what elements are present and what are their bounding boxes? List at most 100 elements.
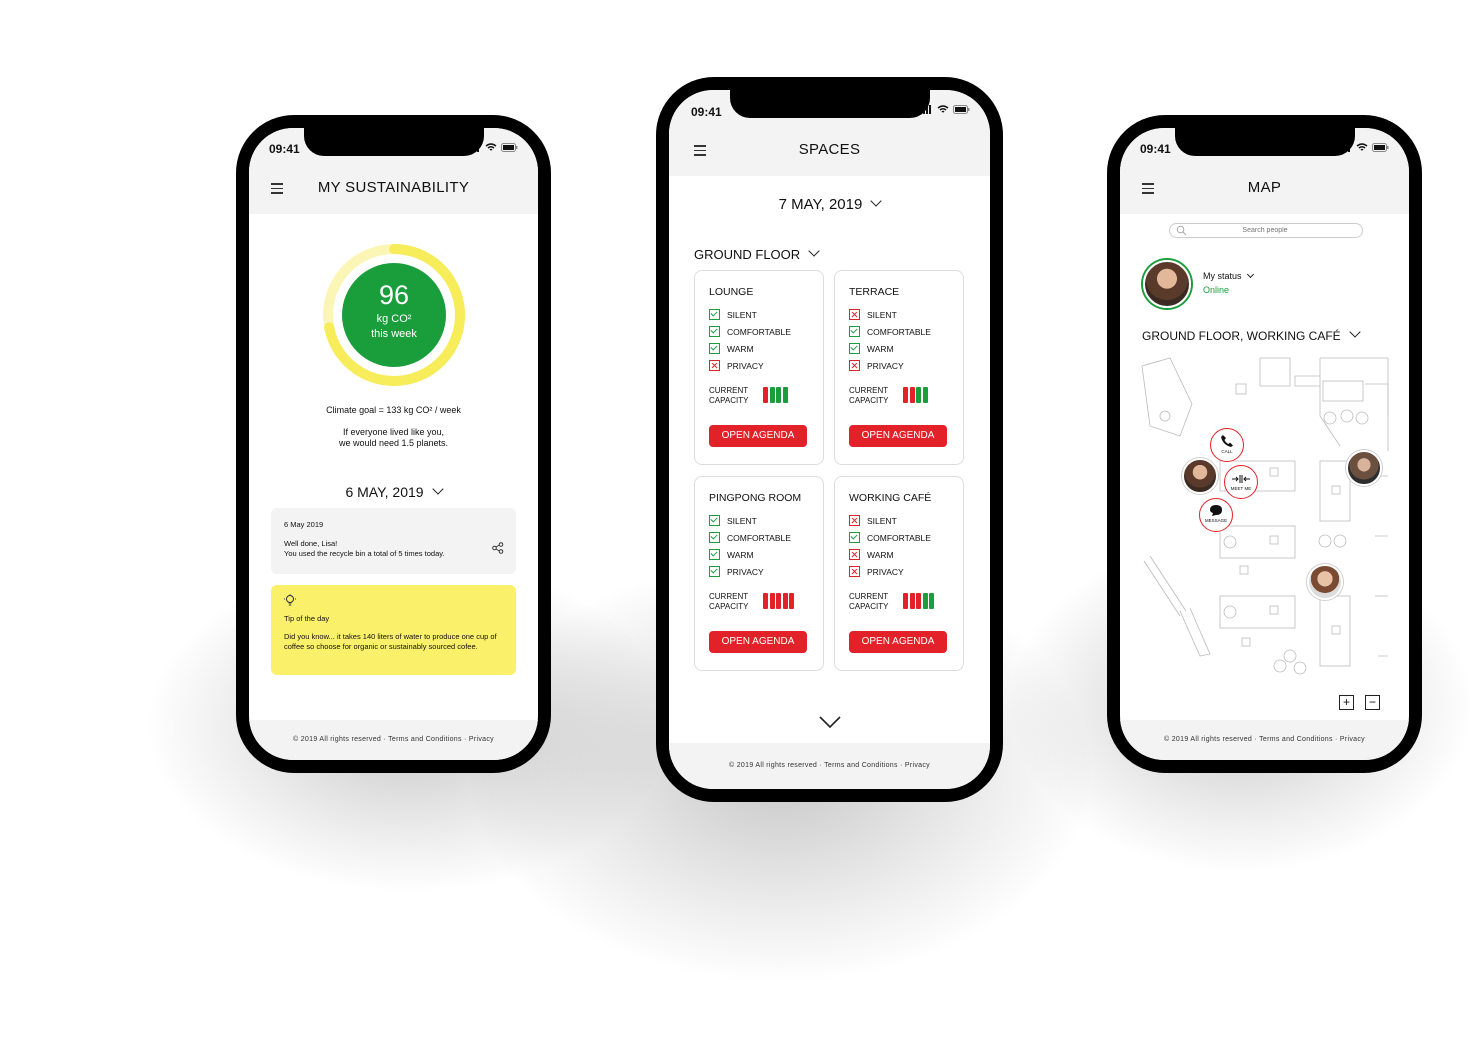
capacity-label: CURRENT CAPACITY bbox=[849, 592, 888, 612]
capacity-bar bbox=[763, 387, 788, 403]
status-time: 09:41 bbox=[691, 105, 722, 119]
capacity-segment bbox=[763, 387, 768, 403]
feature-label: COMFORTABLE bbox=[867, 532, 931, 543]
zoom-in-button[interactable]: + bbox=[1339, 695, 1354, 710]
chevron-down-icon bbox=[808, 245, 820, 257]
feature-label: PRIVACY bbox=[867, 360, 904, 371]
call-button[interactable]: CALL bbox=[1210, 428, 1244, 462]
capacity-label-2: CAPACITY bbox=[709, 396, 749, 405]
meet-label: MEET ME bbox=[1230, 486, 1252, 491]
feature-label: WARM bbox=[867, 549, 894, 560]
feature-label: PRIVACY bbox=[727, 360, 764, 371]
check-icon bbox=[709, 309, 720, 320]
notch bbox=[1174, 128, 1355, 156]
location-selector[interactable]: GROUND FLOOR, WORKING CAFÉ bbox=[1142, 326, 1361, 343]
date-label: 6 MAY, 2019 bbox=[345, 484, 424, 500]
capacity-segment bbox=[929, 593, 934, 609]
status-time: 09:41 bbox=[1140, 142, 1171, 156]
gauge-period: this week bbox=[371, 328, 417, 340]
check-icon bbox=[709, 326, 720, 337]
title-bar: MY SUSTAINABILITY bbox=[249, 164, 538, 214]
person-avatar-man[interactable] bbox=[1307, 564, 1343, 600]
feature-item: COMFORTABLE bbox=[849, 532, 931, 543]
screen-spaces: 09:41 SPACES 7 MAY, 2019 GROUND FLOOR LO… bbox=[669, 90, 990, 789]
feature-item: WARM bbox=[709, 343, 754, 354]
check-icon bbox=[709, 532, 720, 543]
open-agenda-button[interactable]: OPEN AGENDA bbox=[709, 425, 807, 447]
floor-selector[interactable]: GROUND FLOOR bbox=[694, 245, 820, 262]
lightbulb-icon bbox=[284, 594, 296, 606]
date-selector[interactable]: 6 MAY, 2019 bbox=[249, 483, 538, 500]
cross-icon bbox=[849, 549, 860, 560]
tip-card: Tip of the day Did you know... it takes … bbox=[271, 585, 516, 675]
capacity-segment bbox=[909, 387, 915, 403]
zoom-out-button[interactable]: − bbox=[1365, 695, 1380, 710]
capacity-segment bbox=[789, 593, 794, 609]
chevron-down-icon bbox=[1246, 270, 1254, 279]
status-value: Online bbox=[1203, 285, 1230, 295]
capacity-segment bbox=[769, 387, 775, 403]
check-icon bbox=[709, 343, 720, 354]
scroll-down-icon[interactable] bbox=[819, 715, 841, 729]
my-avatar[interactable] bbox=[1143, 260, 1191, 308]
space-name: LOUNGE bbox=[709, 286, 754, 298]
search-input[interactable] bbox=[1200, 224, 1330, 236]
feature-label: SILENT bbox=[727, 515, 757, 526]
status-selector[interactable]: My status bbox=[1203, 270, 1254, 281]
page-title: MY SUSTAINABILITY bbox=[317, 179, 470, 196]
feature-item: SILENT bbox=[709, 515, 757, 526]
capacity-label: CURRENT CAPACITY bbox=[849, 386, 888, 406]
person-avatar-woman-right[interactable] bbox=[1346, 450, 1382, 486]
capacity-segment bbox=[909, 593, 915, 609]
gauge-unit: kg CO² bbox=[376, 313, 412, 325]
capacity-segment bbox=[763, 593, 768, 609]
capacity-label-1: CURRENT bbox=[709, 592, 749, 601]
capacity-label-2: CAPACITY bbox=[709, 602, 749, 611]
cross-icon bbox=[849, 360, 860, 371]
open-agenda-button[interactable]: OPEN AGENDA bbox=[849, 425, 947, 447]
feature-label: COMFORTABLE bbox=[727, 532, 791, 543]
chevron-down-icon bbox=[431, 483, 444, 495]
cross-icon bbox=[709, 360, 720, 371]
capacity-segment bbox=[916, 387, 921, 403]
date-selector[interactable]: 7 MAY, 2019 bbox=[669, 195, 990, 213]
tip-title: Tip of the day bbox=[284, 614, 330, 623]
search-people[interactable] bbox=[1169, 223, 1363, 238]
capacity-segment bbox=[903, 387, 908, 403]
title-bar: SPACES bbox=[669, 126, 990, 176]
capacity-segment bbox=[922, 387, 928, 403]
share-icon[interactable] bbox=[492, 542, 504, 554]
feature-label: COMFORTABLE bbox=[727, 326, 791, 337]
capacity-segment bbox=[769, 593, 775, 609]
cross-icon bbox=[849, 309, 860, 320]
screen-sustainability: 09:41 MY SUSTAINABILITY 96 kg CO² this w… bbox=[249, 128, 538, 760]
tip-text: Did you know... it takes 140 liters of w… bbox=[284, 632, 497, 651]
phone-spaces: 09:41 SPACES 7 MAY, 2019 GROUND FLOOR LO… bbox=[656, 77, 1003, 802]
feature-item: COMFORTABLE bbox=[709, 532, 791, 543]
chevron-down-icon bbox=[1349, 326, 1361, 338]
notification-card[interactable]: 6 May 2019 Well done, Lisa! You used the… bbox=[271, 508, 516, 574]
capacity-segment bbox=[782, 387, 788, 403]
page-title: MAP bbox=[1247, 179, 1282, 196]
capacity-segment bbox=[782, 593, 788, 609]
capacity-segment bbox=[922, 593, 928, 609]
message-button[interactable]: MESSAGE bbox=[1199, 498, 1233, 532]
planets-line-1: If everyone lived like you, bbox=[342, 427, 445, 437]
open-agenda-button[interactable]: OPEN AGENDA bbox=[709, 631, 807, 653]
feature-item: WARM bbox=[849, 343, 894, 354]
capacity-label-1: CURRENT bbox=[709, 386, 749, 395]
feature-label: WARM bbox=[727, 343, 754, 354]
status-label: My status bbox=[1203, 271, 1242, 281]
planets-line-2: we would need 1.5 planets. bbox=[338, 438, 449, 448]
battery-icon bbox=[501, 143, 518, 152]
cross-icon bbox=[849, 566, 860, 577]
space-card: TERRACE SILENT COMFORTABLE WARM PRIVACY CURRE… bbox=[834, 270, 964, 465]
meet-me-button[interactable]: MEET ME bbox=[1224, 465, 1258, 499]
check-icon bbox=[849, 532, 860, 543]
open-agenda-button[interactable]: OPEN AGENDA bbox=[849, 631, 947, 653]
page-title: SPACES bbox=[798, 141, 861, 158]
feature-item: SILENT bbox=[849, 515, 897, 526]
person-avatar-woman[interactable] bbox=[1182, 458, 1218, 494]
check-icon bbox=[709, 515, 720, 526]
call-label: CALL bbox=[1221, 449, 1233, 454]
